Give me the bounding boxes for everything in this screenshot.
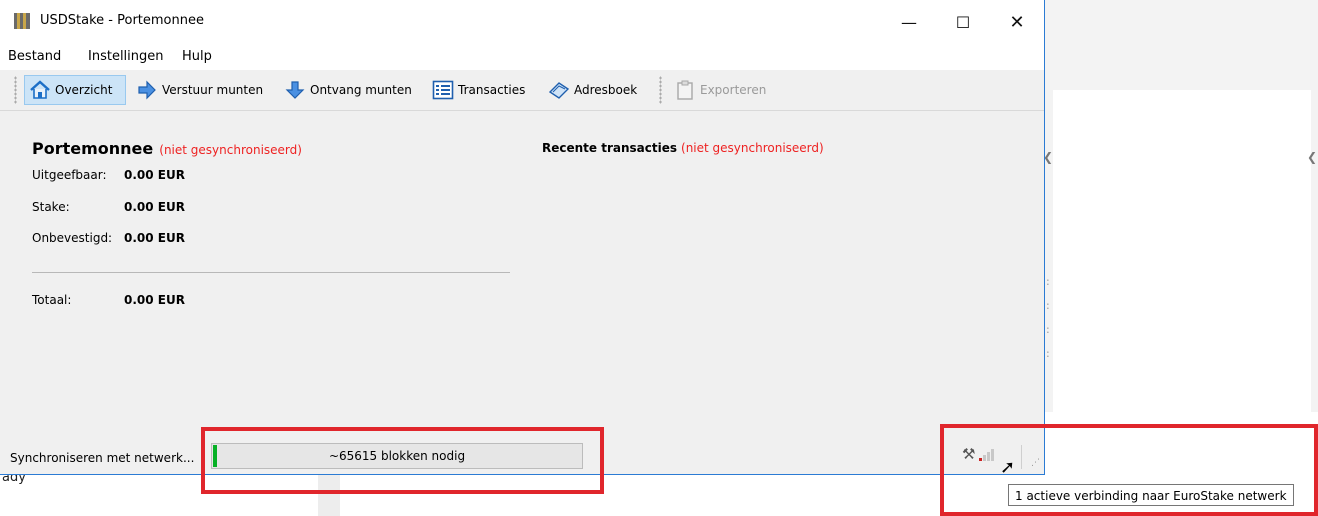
balance-row-spendable: Uitgeefbaar: 0.00 EUR xyxy=(32,168,185,182)
clipboard-icon xyxy=(674,79,696,101)
close-button[interactable]: ✕ xyxy=(994,8,1040,38)
sync-status-label: Synchroniseren met netwerk... xyxy=(10,451,195,465)
export-button[interactable]: Exporteren xyxy=(670,75,770,105)
wallet-not-synced-label: (niet gesynchroniseerd) xyxy=(159,143,302,157)
highlight-box-progress xyxy=(201,427,604,494)
highlight-box-connections xyxy=(940,424,1318,516)
menu-bestand[interactable]: Bestand xyxy=(8,49,61,64)
app-icon xyxy=(14,13,30,29)
addressbook-icon xyxy=(548,79,570,101)
send-coins-button[interactable]: Verstuur munten xyxy=(132,75,267,105)
wallet-heading: Portemonnee (niet gesynchroniseerd) xyxy=(32,139,302,158)
addressbook-button[interactable]: Adresboek xyxy=(544,75,641,105)
receive-coins-button[interactable]: Ontvang munten xyxy=(280,75,416,105)
menu-bar: Bestand Instellingen Hulp xyxy=(0,44,1044,70)
unconfirmed-value: 0.00 EUR xyxy=(124,231,185,245)
arrow-down-icon xyxy=(284,79,306,101)
recent-transactions-title: Recente transacties xyxy=(542,141,678,155)
maximize-button[interactable]: ☐ xyxy=(940,8,986,38)
toolbar: Overzicht Verstuur munten Ontvang munten… xyxy=(0,70,1044,111)
spendable-value: 0.00 EUR xyxy=(124,168,185,182)
spendable-label: Uitgeefbaar: xyxy=(32,168,107,182)
minimize-button[interactable]: — xyxy=(886,8,932,38)
stake-value: 0.00 EUR xyxy=(124,200,185,214)
toolbar-grip[interactable] xyxy=(14,76,17,104)
recent-transactions-heading: Recente transacties (niet gesynchroniseer… xyxy=(542,141,824,155)
menu-hulp[interactable]: Hulp xyxy=(182,49,212,64)
total-value: 0.00 EUR xyxy=(124,293,185,307)
wallet-title: Portemonnee xyxy=(32,139,154,158)
menu-instellingen[interactable]: Instellingen xyxy=(88,49,164,64)
export-label: Exporteren xyxy=(700,83,767,97)
title-bar[interactable]: USDStake - Portemonnee — ☐ ✕ xyxy=(0,0,1044,44)
unconfirmed-label: Onbevestigd: xyxy=(32,231,113,245)
balance-row-unconfirmed: Onbevestigd: 0.00 EUR xyxy=(32,231,185,245)
wallet-window: USDStake - Portemonnee — ☐ ✕ Bestand Ins… xyxy=(0,0,1045,475)
balance-row-stake: Stake: 0.00 EUR xyxy=(32,200,185,214)
balance-divider xyxy=(32,272,510,273)
send-coins-label: Verstuur munten xyxy=(162,83,264,97)
transactions-button[interactable]: Transacties xyxy=(428,75,529,105)
stake-label: Stake: xyxy=(32,200,70,214)
total-label: Totaal: xyxy=(32,293,72,307)
addressbook-label: Adresboek xyxy=(574,83,638,97)
overview-button[interactable]: Overzicht xyxy=(24,75,126,105)
transactions-label: Transacties xyxy=(458,83,526,97)
receive-coins-label: Ontvang munten xyxy=(310,83,412,97)
background-panel xyxy=(1053,90,1311,412)
home-icon xyxy=(29,79,51,101)
window-title: USDStake - Portemonnee xyxy=(40,13,204,28)
balance-row-total: Totaal: 0.00 EUR xyxy=(32,293,185,307)
toolbar-grip[interactable] xyxy=(659,76,662,104)
overview-page: Portemonnee (niet gesynchroniseerd) Uitge… xyxy=(0,111,1044,431)
recent-not-synced-label: (niet gesynchroniseerd) xyxy=(681,141,824,155)
overview-label: Overzicht xyxy=(55,83,113,97)
background-ticks: :::: xyxy=(1046,275,1050,360)
arrow-right-icon xyxy=(136,79,158,101)
background-scroll-arrow-icon: ❮ xyxy=(1307,150,1318,164)
list-icon xyxy=(432,79,454,101)
